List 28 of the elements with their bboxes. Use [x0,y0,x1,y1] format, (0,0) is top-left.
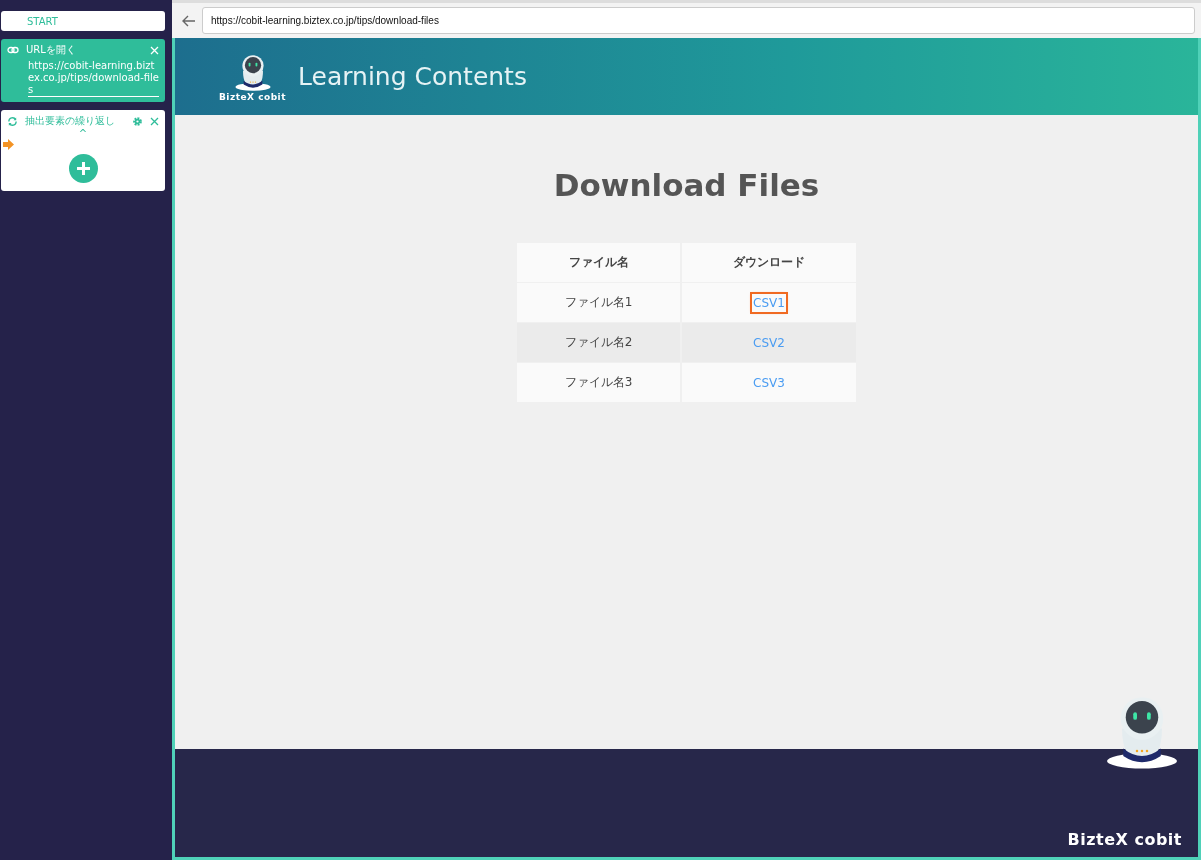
link-icon [7,46,19,54]
back-arrow-icon[interactable] [182,14,196,27]
table-cell: ファイル名1 [517,283,680,322]
loop-step-card[interactable]: 抽出要素の繰り返し ^ [1,110,165,191]
csv-link[interactable]: CSV3 [752,373,786,392]
footer-brand: BizteX cobit [1067,830,1182,849]
url-value: https://cobit-learning.biztex.co.jp/tips/download-files [28,60,159,97]
arrow-right-icon [3,139,14,150]
header-title: Learning Contents [298,62,527,91]
refresh-icon [7,115,18,127]
collapse-caret[interactable]: ^ [78,128,88,139]
table-cell: ファイル名2 [517,323,680,362]
plus-icon [75,161,91,176]
step-title: 抽出要素の繰り返し [25,114,116,128]
page-heading: Download Files [553,167,820,203]
column-header: ファイル名 [517,243,680,282]
brand-name: BizteX cobit [219,91,286,102]
url-field[interactable]: https://cobit-learning.biztex.co.jp/tips/download-files [202,7,1195,34]
open-url-step-card[interactable]: URLを開く https://cobit-learning.biztex.co.jp/tips/download-files [1,39,165,102]
close-icon[interactable] [150,116,159,126]
settings-icon[interactable] [132,115,143,127]
csv-link[interactable]: CSV1 [752,293,786,312]
csv-link[interactable]: CSV2 [752,333,786,352]
start-node[interactable]: START [1,11,165,31]
column-header: ダウンロード [682,243,856,282]
table-cell: ファイル名3 [517,363,680,402]
add-step-button[interactable] [68,154,98,183]
step-title: URLを開く [26,43,77,57]
